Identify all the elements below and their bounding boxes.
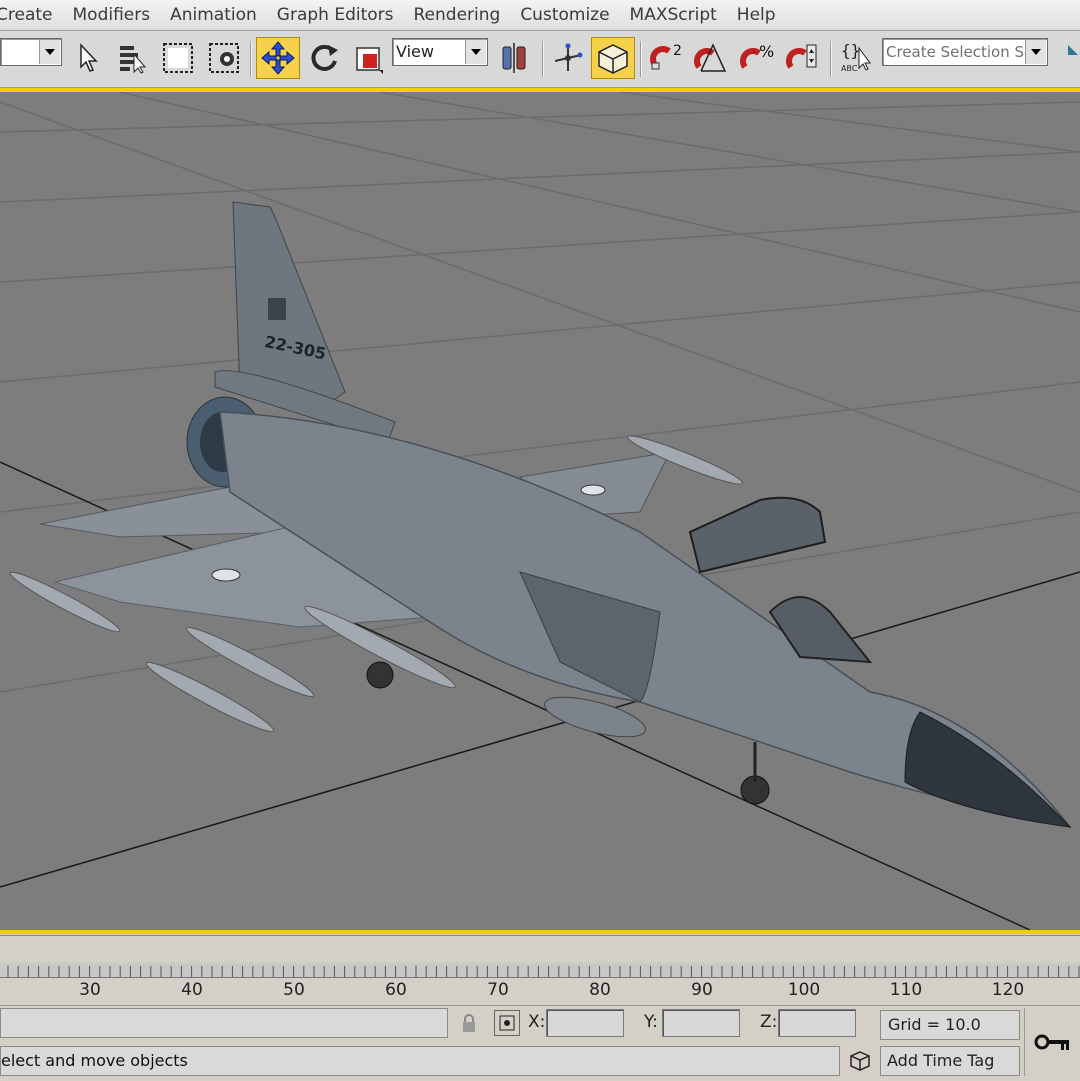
add-time-tag-button[interactable]: Add Time Tag: [880, 1046, 1020, 1076]
prompt-line: elect and move objects: [0, 1046, 840, 1076]
menu-rendering[interactable]: Rendering: [404, 5, 511, 25]
named-selection-set-placeholder: Create Selection Set: [886, 43, 1040, 61]
z-coordinate-input[interactable]: [778, 1009, 856, 1037]
reference-coordinate-dropdown[interactable]: View: [392, 38, 488, 66]
snaps-toggle-icon: 2: [650, 43, 682, 70]
snaps-toggle-button[interactable]: 2: [646, 37, 688, 79]
edit-named-selection-icon: {} ABC: [841, 41, 871, 73]
cube-icon: [850, 1051, 870, 1071]
viewport-cube-button[interactable]: [846, 1047, 874, 1075]
use-pivot-center-icon: [502, 43, 526, 73]
rectangular-selection-icon: [163, 43, 193, 73]
menu-modifiers[interactable]: Modifiers: [63, 5, 161, 25]
select-and-rotate-button[interactable]: [302, 37, 344, 79]
timeline-label-120: 120: [991, 980, 1025, 1000]
timeline-label-90: 90: [691, 980, 713, 1000]
edit-named-selection-button[interactable]: {} ABC: [836, 37, 878, 79]
selection-filter-dropdown[interactable]: [0, 38, 62, 66]
keyboard-shortcut-icon: [598, 44, 628, 74]
main-toolbar: View 2 % {} ABC Create Selection Set: [0, 31, 1080, 88]
svg-text:%: %: [759, 42, 774, 61]
timeline-ticks: [7, 966, 1080, 977]
toolbar-separator: [542, 41, 544, 77]
timeline-label-70: 70: [487, 980, 509, 1000]
select-and-scale-button[interactable]: [348, 37, 390, 79]
z-label: Z:: [760, 1012, 778, 1032]
chevron-down-icon: [465, 40, 486, 64]
select-and-rotate-icon: [311, 44, 338, 71]
menu-graph-editors[interactable]: Graph Editors: [267, 5, 404, 25]
absolute-mode-toggle[interactable]: [494, 1010, 520, 1036]
lock-icon: [463, 1014, 475, 1032]
chevron-down-icon: [39, 40, 60, 64]
select-object-button[interactable]: [70, 37, 106, 79]
timeline-label-50: 50: [283, 980, 305, 1000]
spinner-snap-button[interactable]: [782, 37, 824, 79]
absolute-transform-icon: [499, 1015, 515, 1031]
svg-text:2: 2: [673, 43, 682, 59]
percent-snap-button[interactable]: %: [736, 37, 778, 79]
toolbar-separator: [640, 41, 642, 77]
timeline-label-40: 40: [181, 980, 203, 1000]
menu-animation[interactable]: Animation: [160, 5, 267, 25]
mirror-button[interactable]: [1056, 37, 1080, 79]
spinner-snap-icon: [786, 44, 817, 69]
select-object-icon: [80, 43, 98, 72]
lock-selection-button[interactable]: [456, 1010, 482, 1036]
menu-maxscript[interactable]: MAXScript: [620, 5, 727, 25]
select-by-name-button[interactable]: [112, 37, 152, 79]
window-crossing-button[interactable]: [204, 37, 244, 79]
timeline-ruler[interactable]: [0, 963, 1080, 978]
menu-help[interactable]: Help: [727, 5, 786, 25]
perspective-viewport[interactable]: 22-305: [0, 88, 1080, 934]
select-by-name-icon: [120, 46, 147, 74]
x-coordinate-input[interactable]: [546, 1009, 624, 1037]
y-label: Y:: [644, 1012, 658, 1032]
chevron-down-icon: [1025, 40, 1046, 64]
set-key-button[interactable]: [1024, 1008, 1080, 1076]
svg-text:ABC: ABC: [841, 64, 858, 73]
keyboard-shortcut-override-button[interactable]: [591, 37, 635, 79]
viewport-scene: 22-305: [0, 92, 1080, 930]
use-pivot-center-button[interactable]: [494, 37, 536, 79]
named-selection-set-dropdown[interactable]: Create Selection Set: [882, 38, 1048, 66]
timeline-label-110: 110: [889, 980, 923, 1000]
select-and-move-icon: [261, 41, 295, 75]
angle-snap-icon: [694, 43, 727, 72]
select-and-move-button[interactable]: [256, 37, 300, 79]
toolbar-separator: [830, 41, 832, 77]
menu-create[interactable]: Create: [0, 5, 63, 25]
key-icon: [1034, 1034, 1069, 1050]
mirror-icon: [1068, 45, 1078, 55]
x-label: X:: [528, 1012, 546, 1032]
toolbar-separator: [250, 41, 252, 77]
grid-spacing-display: Grid = 10.0: [880, 1010, 1020, 1040]
y-coordinate-input[interactable]: [662, 1009, 740, 1037]
percent-snap-icon: %: [740, 42, 774, 69]
timeline-label-80: 80: [589, 980, 611, 1000]
maxscript-listener-field[interactable]: [0, 1008, 448, 1038]
window-crossing-icon: [209, 43, 239, 73]
angle-snap-button[interactable]: [690, 37, 732, 79]
time-slider-track[interactable]: 30 40 50 60 70 80 90 100 110 120: [0, 935, 1080, 1006]
timeline-label-30: 30: [79, 980, 101, 1000]
select-and-scale-icon: [356, 47, 383, 74]
menu-bar: Create Modifiers Animation Graph Editors…: [0, 0, 1080, 31]
svg-text:{}: {}: [841, 41, 860, 60]
reference-coordinate-value: View: [396, 42, 434, 61]
timeline-label-60: 60: [385, 980, 407, 1000]
menu-customize[interactable]: Customize: [510, 5, 619, 25]
rectangular-selection-button[interactable]: [158, 37, 198, 79]
select-manipulate-icon: [554, 43, 583, 71]
timeline-label-100: 100: [787, 980, 821, 1000]
select-manipulate-button[interactable]: [548, 37, 588, 79]
